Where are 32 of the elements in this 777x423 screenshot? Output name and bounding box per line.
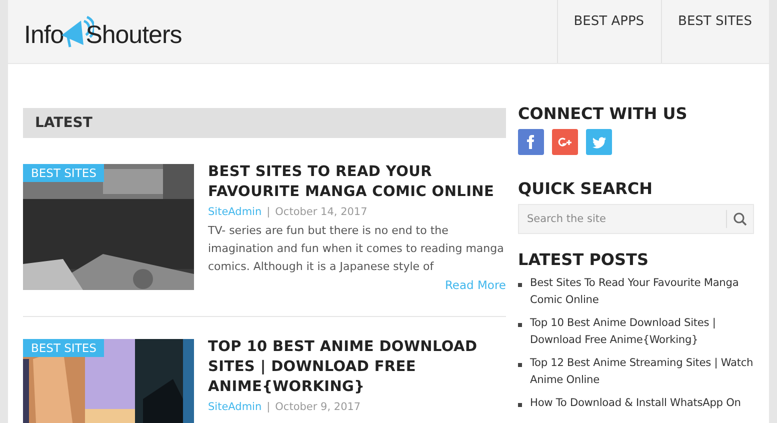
search-bar[interactable]: Search the site: [518, 204, 754, 234]
google-plus-icon: [558, 138, 572, 146]
separator: |: [266, 206, 270, 218]
latest-post-link[interactable]: How To Download & Install WhatsApp On: [530, 395, 741, 412]
search-icon[interactable]: [733, 212, 747, 226]
section-heading: LATEST: [23, 108, 506, 138]
post-excerpt: TV- series are fun but there is no end to the imagination and fun when it comes to reading manga comics. Although it is a Japanese style of: [208, 223, 505, 275]
social-button[interactable]: [552, 129, 578, 155]
post-title[interactable]: TOP 10 BEST ANIME DOWNLOAD SITES | DOWNLOAD FREE ANIME{WORKING}: [208, 337, 506, 397]
social-button[interactable]: [586, 129, 612, 155]
latest-post-link[interactable]: Top 10 Best Anime Download Sites | Download Free Anime{Working}: [530, 315, 754, 349]
post-date: October 14, 2017: [275, 206, 368, 218]
facebook-icon: [527, 135, 534, 149]
post-date: October 9, 2017: [275, 401, 361, 413]
post-title[interactable]: BEST SITES TO READ YOUR FAVOURITE MANGA COMIC ONLINE: [208, 162, 506, 202]
separator: |: [266, 401, 270, 413]
widget-title: QUICK SEARCH: [518, 179, 654, 198]
widget-title: CONNECT WITH US: [518, 104, 688, 123]
bullet-icon: [518, 403, 522, 407]
widget-title: LATEST POSTS: [518, 250, 650, 269]
twitter-icon: [592, 137, 606, 148]
social-button[interactable]: [518, 129, 544, 155]
nav-link[interactable]: BEST SITES: [661, 0, 769, 63]
logo-text[interactable]: Shouters: [86, 21, 182, 50]
bullet-icon: [518, 323, 522, 327]
bullet-icon: [518, 363, 522, 367]
search-field[interactable]: Search the site: [519, 213, 726, 225]
bullet-icon: [518, 283, 522, 287]
nav-link[interactable]: BEST APPS: [556, 0, 662, 63]
latest-post-link[interactable]: Best Sites To Read Your Favourite Manga Comic Online: [530, 275, 754, 309]
logo-text[interactable]: Info: [24, 21, 64, 50]
latest-post-link[interactable]: Top 12 Best Anime Streaming Sites | Watch Anime Online: [530, 355, 754, 389]
